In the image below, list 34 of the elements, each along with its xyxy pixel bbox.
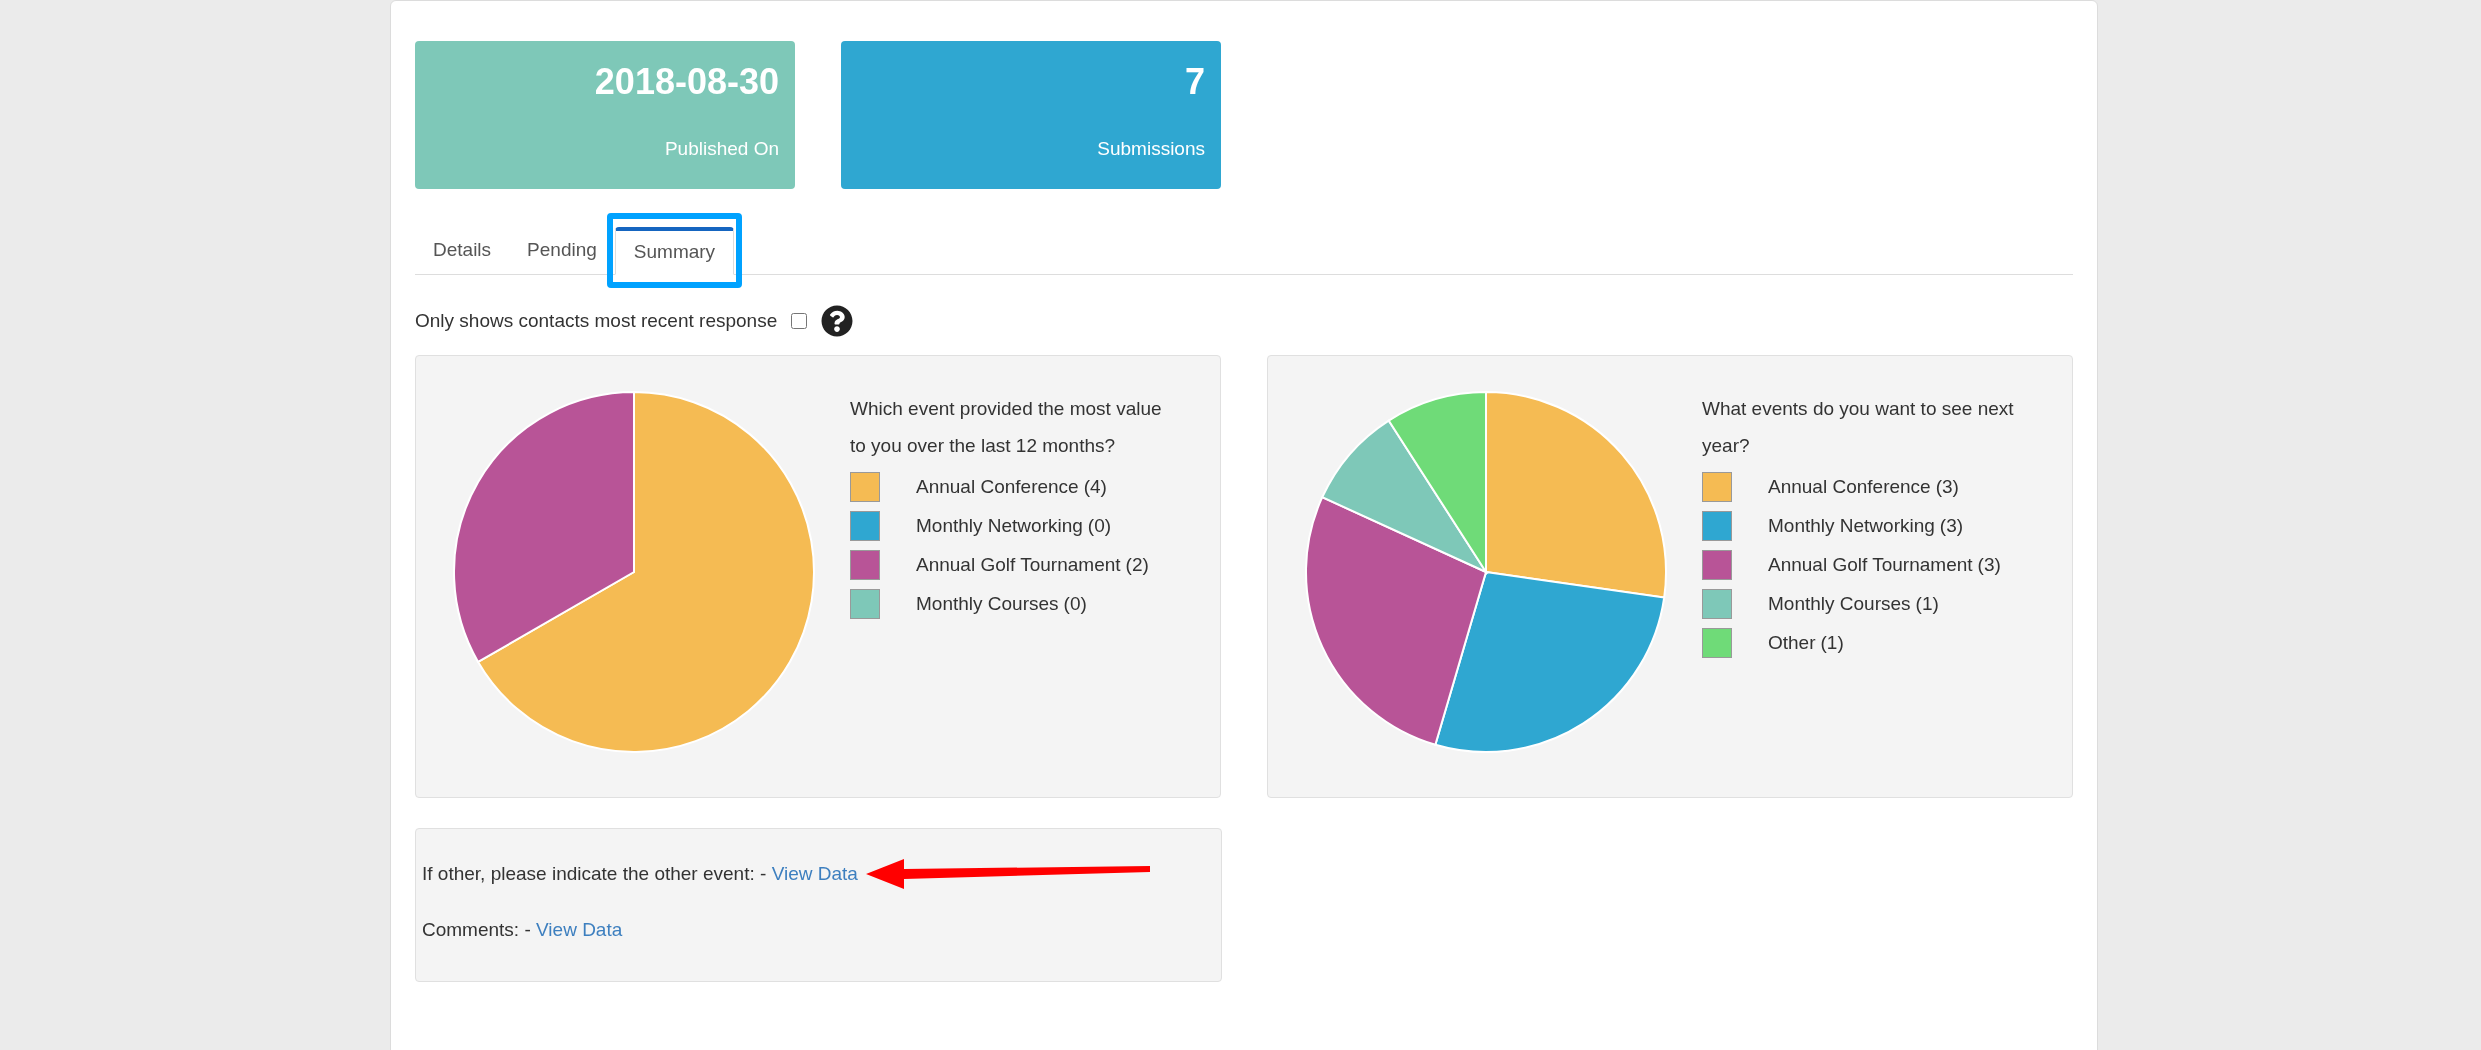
filter-label: Only shows contacts most recent response [415, 308, 778, 333]
chart-question: What events do you want to see next year? [1702, 397, 2015, 458]
legend-count: (2) [1125, 552, 1149, 577]
legend-count: (4) [1083, 474, 1107, 499]
legend-label: Annual Conference [1768, 474, 1931, 499]
help-icon[interactable] [821, 305, 854, 337]
question-text: If other, please indicate the other event: - View Data [422, 861, 858, 886]
legend-label: Other [1768, 630, 1816, 655]
legend-label: Annual Golf Tournament [1768, 552, 1973, 577]
legend-count: (1) [1820, 630, 1844, 655]
stat-value: 7 [1184, 60, 1205, 104]
tab[interactable]: Summary [614, 227, 735, 275]
legend-count: (3) [1977, 552, 2001, 577]
question-text: Comments: - View Data [422, 917, 623, 942]
view-data-link[interactable]: View Data [771, 862, 858, 884]
stat-value: 2018-08-30 [594, 60, 779, 104]
legend-count: (0) [1063, 591, 1087, 616]
view-data-link[interactable]: View Data [536, 918, 623, 940]
legend-count: (3) [1935, 474, 1959, 499]
legend-label: Annual Conference [916, 474, 1079, 499]
legend-label: Annual Golf Tournament [916, 552, 1121, 577]
legend-label: Monthly Networking [1768, 513, 1935, 538]
legend-label: Monthly Networking [916, 513, 1083, 538]
stat-label: Submissions [1097, 136, 1205, 161]
legend-label: Monthly Courses [1768, 591, 1911, 616]
legend-label: Monthly Courses [916, 591, 1059, 616]
tab[interactable]: Pending [509, 226, 615, 274]
legend-count: (0) [1087, 513, 1112, 538]
chart-question: Which event provided the most value to you over the last 12 months? [850, 397, 1163, 458]
tab[interactable]: Details [415, 226, 510, 274]
legend-count: (3) [1939, 513, 1964, 538]
filter-checkbox[interactable] [791, 313, 808, 329]
stat-label: Published On [664, 136, 779, 161]
legend-count: (1) [1915, 591, 1939, 616]
